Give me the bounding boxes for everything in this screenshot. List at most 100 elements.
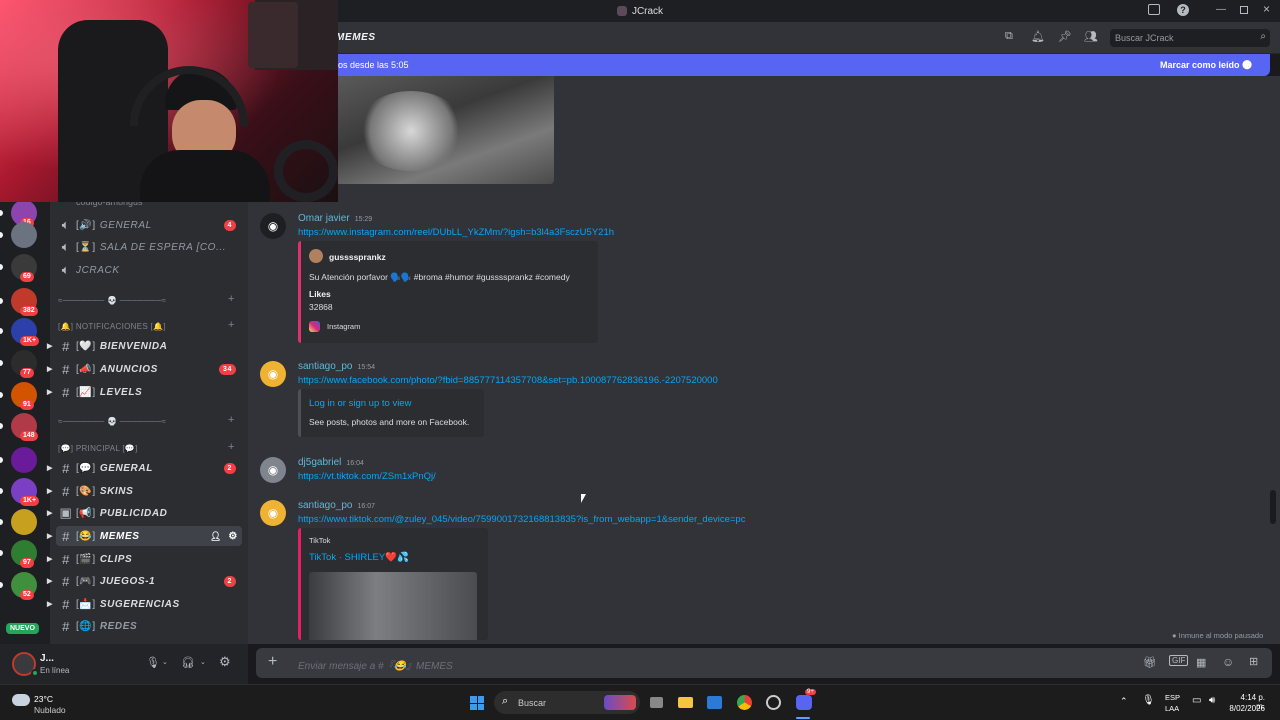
invite-icon[interactable]: 👤︎	[210, 531, 222, 542]
chrome-icon[interactable]	[737, 695, 752, 710]
voice-channel-jcrack[interactable]: 🔈︎ JCRACK	[56, 260, 242, 280]
server-icon[interactable]	[11, 222, 37, 248]
chevron-down-icon[interactable]: ⌄	[162, 658, 168, 666]
message-link[interactable]: https://www.instagram.com/reel/DUbLL_YkZ…	[298, 227, 614, 238]
channel-memes[interactable]: ▶ # [😂] MEMES 👤︎ ⚙	[47, 526, 242, 546]
voice-channel-general[interactable]: 🔈︎ [🔊] GENERAL 4	[56, 215, 242, 235]
channel-general[interactable]: ▶ # [💬] GENERAL 2	[47, 458, 242, 478]
channel-clips[interactable]: ▶ # [🎬] CLIPS	[47, 549, 242, 569]
add-channel-icon[interactable]: +	[228, 414, 234, 426]
maximize-icon[interactable]	[1240, 6, 1248, 14]
help-icon[interactable]: ?	[1177, 4, 1189, 16]
message-author[interactable]: santiago_po	[298, 500, 353, 511]
channel-bienvenida[interactable]: ▶ # [🤍] BIENVENIDA	[47, 336, 242, 356]
emoji-icon[interactable]: ☺	[1222, 655, 1234, 669]
app-icon[interactable]	[766, 695, 781, 710]
message-input[interactable]: Enviar mensaje a #『😂』MEMES	[298, 657, 453, 672]
message-list: ◉ Omar javier 15:29 https://www.instagram…	[248, 76, 1280, 644]
channel-skins[interactable]: ▶ # [🎨] SKINS	[47, 481, 242, 501]
embed-title[interactable]: Log in or sign up to view	[309, 398, 411, 409]
message-link[interactable]: https://www.tiktok.com/@zuley_045/video/…	[298, 514, 745, 525]
channel-redes[interactable]: # [🌐] REDES	[56, 616, 242, 636]
gear-icon[interactable]: ⚙	[228, 531, 238, 542]
attached-image[interactable]	[336, 76, 554, 184]
speaker-icon: 🔈︎	[61, 217, 71, 232]
pin-icon[interactable]: 📌︎	[1058, 30, 1072, 43]
threads-icon[interactable]: ⧉	[1005, 30, 1013, 43]
hash-icon: #	[62, 528, 70, 544]
chevron-down-icon[interactable]: ⌄	[200, 658, 206, 666]
weather-temp[interactable]: 23°C	[34, 694, 53, 704]
facebook-embed: Log in or sign up to view See posts, pho…	[298, 389, 484, 437]
server-badge: 52	[20, 590, 34, 600]
discord-avatar-icon[interactable]: ◉	[260, 361, 286, 387]
username[interactable]: J...	[40, 653, 54, 664]
voice-channel-sala-espera[interactable]: 🔈︎ [⏳] SALA DE ESPERA [CO...	[56, 237, 242, 257]
gift-icon[interactable]: 🎁︎	[1143, 656, 1157, 669]
headphones-icon[interactable]: 🎧︎	[181, 656, 195, 669]
instagram-embed: gussssprankz Su Atención porfavor 🗣️🗣️ #…	[298, 241, 598, 343]
message-author[interactable]: santiago_po	[298, 361, 353, 372]
message-author[interactable]: Omar javier	[298, 213, 350, 224]
microphone-icon[interactable]: 🎙︎	[1142, 695, 1155, 706]
settings-gear-icon[interactable]: ⚙	[219, 654, 231, 670]
search-input[interactable]: Buscar JCrack ⌕	[1110, 29, 1270, 47]
server-icon[interactable]	[11, 447, 37, 473]
inbox-icon[interactable]	[1148, 4, 1160, 15]
poster	[248, 2, 298, 68]
add-channel-icon[interactable]: +	[228, 293, 234, 305]
microphone-icon[interactable]: 🎙︎	[146, 656, 160, 669]
discord-avatar-icon[interactable]: ◉	[260, 457, 286, 483]
server-icon[interactable]	[11, 509, 37, 535]
embed-author[interactable]: gussssprankz	[329, 252, 386, 262]
display-icon[interactable]: ▭	[1192, 695, 1201, 706]
add-attachment-icon[interactable]: +	[268, 653, 277, 671]
message-author[interactable]: dj5gabriel	[298, 457, 341, 468]
gif-icon[interactable]: GIF	[1169, 655, 1189, 666]
windows-start-icon[interactable]	[470, 696, 484, 710]
add-channel-icon[interactable]: +	[228, 319, 234, 331]
weather-cloud-icon	[12, 694, 30, 706]
category-principal[interactable]: [💬] PRINCIPAL [💬]	[58, 444, 138, 453]
embed-thumbnail[interactable]	[309, 572, 477, 640]
apps-icon[interactable]: ⊞	[1249, 655, 1258, 668]
message-link[interactable]: https://www.facebook.com/photo/?fbid=885…	[298, 375, 718, 386]
file-explorer-icon[interactable]	[678, 697, 693, 708]
sticker-icon[interactable]: ▦	[1196, 656, 1206, 669]
discord-taskbar-icon[interactable]	[796, 695, 812, 710]
mark-read-button[interactable]: Marcar como leído	[1160, 60, 1240, 70]
channel-header: MEMES ⧉ 🔔︎ 📌︎ 👥︎ Buscar JCrack ⌕	[248, 22, 1280, 54]
mail-icon[interactable]	[707, 696, 722, 709]
message-composer[interactable]: + Enviar mensaje a #『😂』MEMES 🎁︎ GIF ▦ ☺ …	[256, 648, 1272, 678]
unread-indicator-icon: ▶	[47, 366, 53, 373]
new-badge[interactable]: NUEVO	[6, 623, 39, 634]
message-link[interactable]: https://vt.tiktok.com/ZSm1xPnQj/	[298, 471, 436, 482]
members-icon[interactable]: 👥︎	[1084, 30, 1098, 43]
channel-anuncios[interactable]: ▶ # [📣] ANUNCIOS 34	[47, 359, 242, 379]
channel-sugerencias[interactable]: ▶ # [📩] SUGERENCIAS	[47, 594, 242, 614]
category-notificaciones[interactable]: [🔔] NOTIFICACIONES [🔔]	[58, 322, 166, 331]
category-divider[interactable]: ≈─────── 💀 ───────≈	[58, 296, 166, 305]
chevron-up-icon[interactable]: ⌃	[1120, 696, 1128, 707]
webcam-overlay	[0, 0, 338, 202]
close-icon[interactable]: ×	[1263, 2, 1270, 16]
discord-avatar-icon[interactable]: ◉	[260, 500, 286, 526]
discord-avatar-icon[interactable]: ◉	[260, 213, 286, 239]
category-divider[interactable]: ≈─────── 💀 ───────≈	[58, 417, 166, 426]
channel-publicidad[interactable]: ▶ ▣ [📢] PUBLICIDAD	[47, 503, 242, 523]
volume-icon[interactable]: 🔊︎	[1209, 695, 1215, 706]
scrollbar-thumb[interactable]	[1270, 490, 1276, 524]
lang-primary[interactable]: ESP	[1165, 693, 1180, 702]
embed-field-value: 32868	[309, 302, 333, 312]
bell-icon[interactable]: 🔔︎	[1031, 30, 1045, 43]
embed-description: See posts, photos and more on Facebook.	[309, 417, 470, 427]
hash-icon: #	[62, 573, 70, 589]
add-channel-icon[interactable]: +	[228, 441, 234, 453]
taskbar-search[interactable]: ⌕ Buscar	[494, 691, 640, 714]
task-view-icon[interactable]	[650, 697, 663, 708]
channel-levels[interactable]: ▶ # [📈] LEVELS	[47, 382, 242, 402]
minimize-icon[interactable]: —	[1216, 4, 1226, 15]
new-messages-bar[interactable]: os desde las 5:05 Marcar como leído ⬤	[256, 54, 1270, 76]
embed-title[interactable]: TikTok · SHIRLEY❤️💦	[309, 552, 409, 563]
channel-juegos-1[interactable]: ▶ # [🎮] JUEGOS-1 2	[47, 571, 242, 591]
